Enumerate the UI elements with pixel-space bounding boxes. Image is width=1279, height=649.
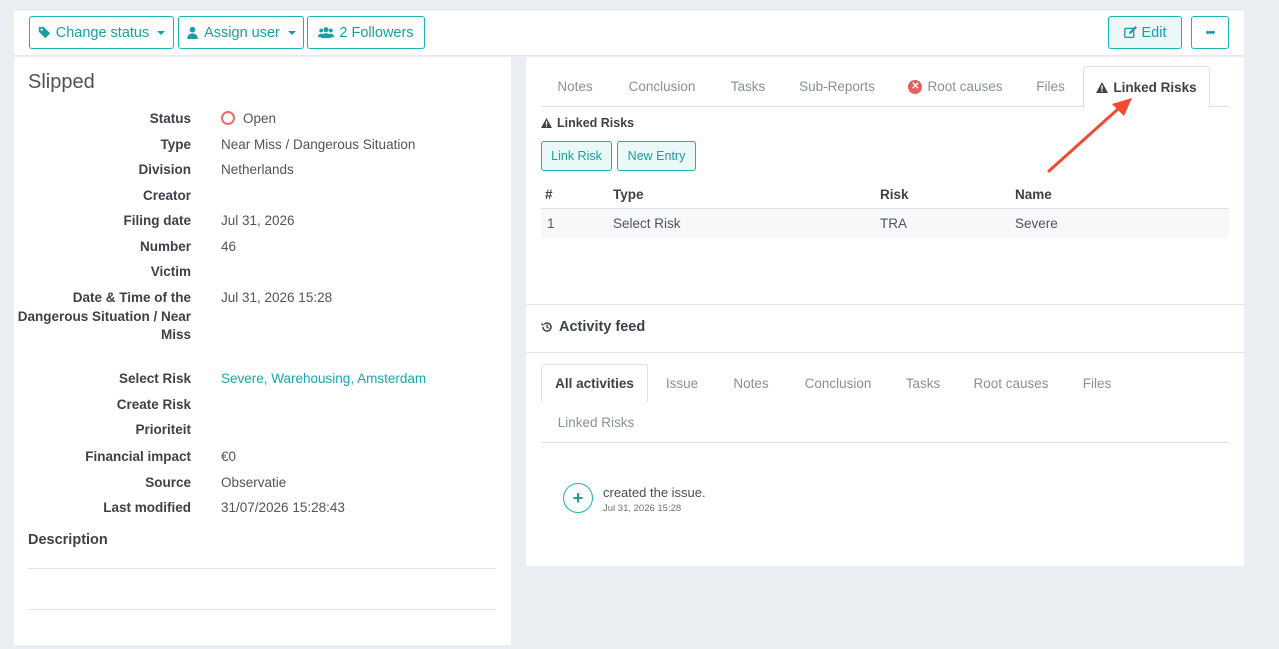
users-icon	[318, 27, 335, 39]
activity-tabs: All activities Issue Notes Conclusion Ta…	[541, 364, 1229, 443]
tab-tasks[interactable]: Tasks	[890, 364, 956, 402]
tab-root-causes[interactable]: Root causes	[956, 364, 1066, 402]
field-value: 46	[221, 239, 237, 254]
field-label: Date & Time of the Dangerous Situation /…	[17, 290, 191, 342]
followers-button[interactable]: 2 Followers	[307, 16, 425, 49]
assign-user-label: Assign user	[204, 24, 280, 41]
field-label: Creator	[142, 188, 191, 203]
linked-risks-heading: Linked Risks	[541, 116, 634, 130]
linked-risks-title: Linked Risks	[557, 116, 635, 130]
assign-user-button[interactable]: Assign user	[178, 16, 304, 49]
field-value: Netherlands	[221, 162, 294, 177]
error-circle-icon: ✕	[908, 79, 923, 94]
field-label: Filing date	[123, 213, 192, 228]
tab-sub-reports[interactable]: Sub-Reports	[781, 66, 893, 107]
field-label: Prioriteit	[135, 422, 191, 437]
divider	[28, 568, 496, 569]
field-label: Victim	[150, 264, 191, 279]
table-cell: 1	[547, 216, 555, 231]
tab-conclusion[interactable]: Conclusion	[786, 364, 890, 402]
tab-root-causes[interactable]: ✕ Root causes	[893, 66, 1018, 107]
field-label: Financial impact	[85, 449, 191, 464]
divider	[526, 352, 1244, 353]
change-status-button[interactable]: Change status	[29, 16, 174, 49]
plus-icon: +	[563, 483, 593, 513]
field-label: Status	[149, 111, 191, 126]
activity-text: created the issue.	[603, 485, 706, 500]
field-value: Observatie	[221, 475, 287, 490]
report-title: Slipped	[28, 71, 95, 93]
table-cell: TRA	[880, 216, 907, 231]
field-label: Type	[160, 137, 191, 152]
divider	[526, 304, 1244, 305]
field-value: Jul 31, 2026	[221, 213, 295, 228]
field-label: Division	[138, 162, 191, 177]
warning-icon	[1096, 81, 1109, 93]
column-header: #	[545, 187, 553, 202]
column-header: Risk	[880, 187, 909, 202]
field-label: Select Risk	[118, 371, 191, 386]
user-icon	[187, 26, 198, 39]
more-options-button[interactable]: •••	[1191, 16, 1229, 49]
field-label: Source	[145, 475, 191, 490]
warning-icon	[541, 118, 552, 128]
change-status-label: Change status	[55, 24, 150, 41]
followers-label: 2 Followers	[339, 24, 414, 41]
tab-notes[interactable]: Notes	[541, 66, 609, 107]
divider	[28, 609, 496, 610]
field-value: €0	[221, 449, 237, 464]
table-cell: Select Risk	[613, 216, 681, 231]
report-details-panel: Slipped Status Open Type Near Miss / Dan…	[14, 57, 511, 645]
action-toolbar: Change status Assign user 2 Followers Ed…	[14, 11, 1244, 56]
activity-feed-heading: Activity feed	[541, 319, 645, 335]
field-label: Create Risk	[116, 397, 191, 412]
select-risk-link[interactable]: Severe, Warehousing, Amsterdam	[221, 370, 426, 389]
tab-conclusion[interactable]: Conclusion	[609, 66, 715, 107]
new-entry-button[interactable]: New Entry	[617, 141, 696, 171]
chevron-down-icon	[157, 30, 166, 35]
field-value: Open	[221, 110, 276, 129]
more-icon: •••	[1205, 26, 1216, 39]
link-risk-button[interactable]: Link Risk	[541, 141, 612, 171]
column-header: Type	[613, 187, 644, 202]
status-value: Open	[243, 111, 277, 126]
edit-icon	[1123, 26, 1137, 39]
annotation-arrow-icon	[1047, 98, 1132, 173]
column-header: Name	[1015, 187, 1052, 202]
tab-issue[interactable]: Issue	[648, 364, 716, 402]
field-label: Number	[139, 239, 191, 254]
tag-icon	[38, 26, 50, 39]
activity-timestamp: Jul 31, 2026 15:28	[603, 503, 682, 514]
field-label: Last modified	[103, 500, 191, 515]
chevron-down-icon	[287, 30, 296, 35]
status-open-icon	[221, 111, 235, 125]
edit-button[interactable]: Edit	[1108, 16, 1182, 49]
tab-linked-risks[interactable]: Linked Risks	[541, 403, 651, 441]
table-cell: Severe	[1015, 216, 1058, 231]
field-value: Jul 31, 2026 15:28	[221, 290, 333, 305]
edit-label: Edit	[1141, 24, 1167, 41]
tab-linked-risks-label: Linked Risks	[1113, 79, 1197, 95]
history-icon	[541, 322, 552, 332]
activity-feed-title: Activity feed	[559, 319, 646, 335]
tab-files[interactable]: Files	[1066, 364, 1128, 402]
field-value: Near Miss / Dangerous Situation	[221, 137, 416, 152]
tab-root-causes-label: Root causes	[927, 79, 1003, 94]
description-heading: Description	[28, 532, 108, 548]
tab-notes[interactable]: Notes	[716, 364, 786, 402]
field-value: 31/07/2026 15:28:43	[221, 500, 345, 515]
tab-tasks[interactable]: Tasks	[715, 66, 781, 107]
tab-all-activities[interactable]: All activities	[541, 364, 648, 402]
